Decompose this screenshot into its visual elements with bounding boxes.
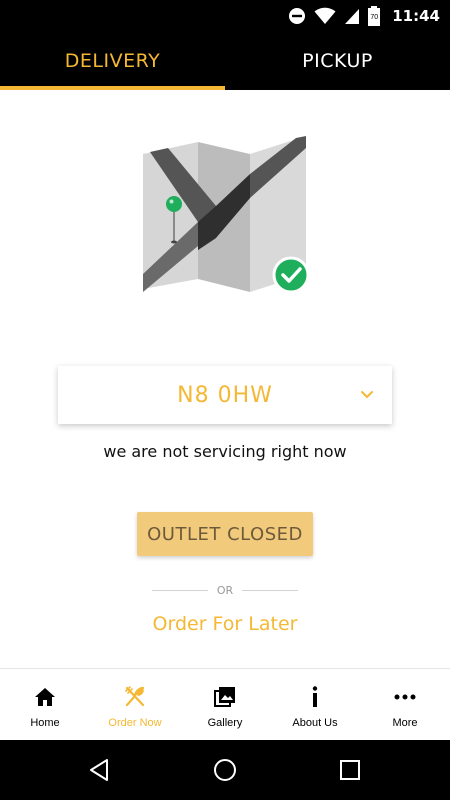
tab-delivery[interactable]: DELIVERY	[0, 32, 225, 90]
tab-delivery-label: DELIVERY	[64, 50, 161, 72]
nav-item-order-now[interactable]: Order Now	[90, 669, 180, 741]
wifi-icon	[314, 7, 336, 24]
divider-line	[152, 589, 208, 591]
nav-label: About Us	[292, 717, 338, 729]
or-label: OR	[216, 583, 234, 597]
do-not-disturb-icon	[289, 8, 306, 24]
nav-item-about-us[interactable]: About Us	[270, 669, 360, 741]
home-icon	[35, 688, 55, 706]
back-icon[interactable]	[87, 758, 111, 782]
tab-bar: DELIVERY PICKUP	[0, 32, 450, 90]
order-for-later-link[interactable]: Order For Later	[0, 613, 450, 635]
status-time: 11:44	[392, 7, 440, 25]
nav-label: More	[392, 717, 418, 729]
status-icons: 70 11:44	[288, 0, 440, 32]
nav-item-more[interactable]: More	[360, 669, 450, 741]
postcode-value: N8 0HW	[177, 382, 273, 408]
nav-label: Gallery	[207, 717, 243, 729]
nav-item-gallery[interactable]: Gallery	[180, 669, 270, 741]
info-icon	[312, 686, 318, 707]
map-illustration	[143, 136, 310, 294]
tab-active-indicator	[0, 86, 225, 90]
recents-icon[interactable]	[338, 758, 362, 782]
or-separator: OR	[152, 582, 298, 598]
fork-knife-icon	[125, 686, 145, 707]
bottom-nav: Home Order Now Gallery About Us More	[0, 668, 450, 740]
system-nav-bar	[0, 740, 450, 800]
tab-pickup-label: PICKUP	[302, 50, 373, 72]
tab-pickup[interactable]: PICKUP	[225, 32, 450, 90]
nav-item-home[interactable]: Home	[0, 669, 90, 741]
postcode-selector[interactable]: N8 0HW	[58, 366, 392, 424]
battery-level: 70	[370, 13, 379, 21]
more-dots-icon	[394, 694, 416, 700]
status-bar: 70 11:44	[0, 0, 450, 32]
gallery-icon	[214, 687, 235, 707]
service-status-message: we are not servicing right now	[103, 442, 347, 461]
nav-label: Home	[30, 717, 60, 729]
signal-icon	[345, 9, 360, 24]
nav-label: Order Now	[108, 717, 162, 729]
battery-icon: 70	[368, 6, 381, 26]
outlet-closed-button[interactable]: OUTLET CLOSED	[137, 512, 313, 556]
divider-line	[242, 589, 298, 591]
chevron-down-icon	[361, 391, 373, 399]
home-button-icon[interactable]	[213, 758, 237, 782]
